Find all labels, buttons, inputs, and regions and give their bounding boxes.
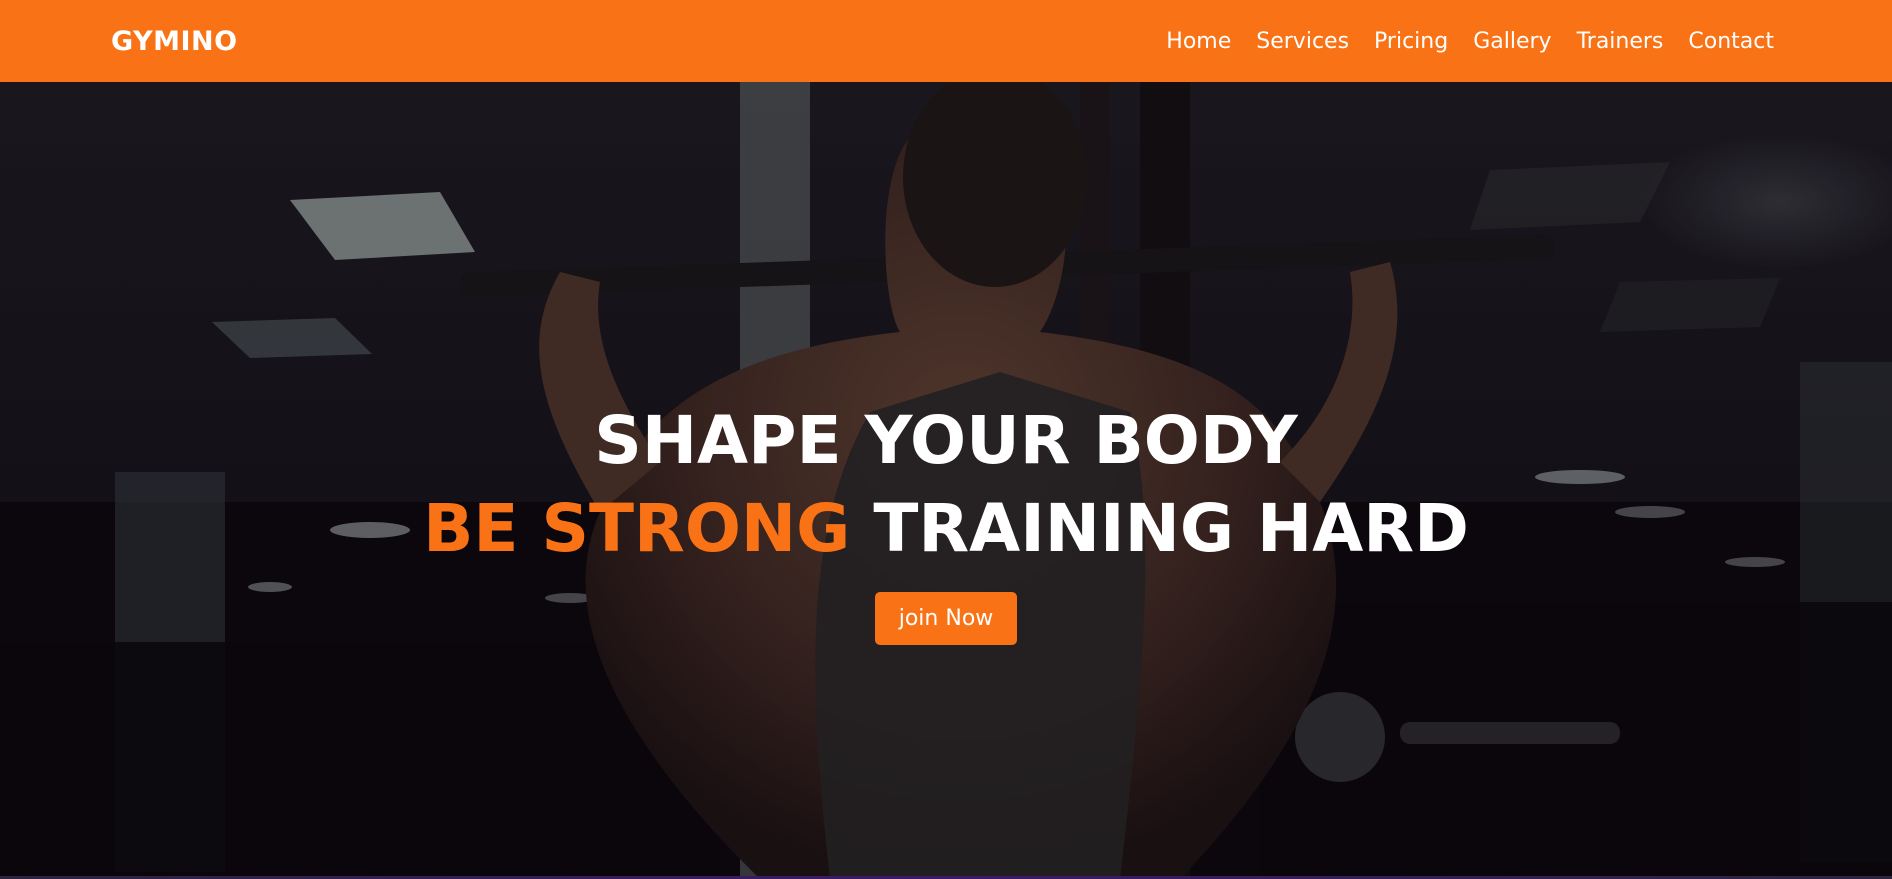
nav-link-pricing[interactable]: Pricing bbox=[1374, 29, 1448, 54]
hero-subheadline-rest: TRAINING HARD bbox=[850, 490, 1469, 567]
nav-link-gallery[interactable]: Gallery bbox=[1473, 29, 1551, 54]
hero-subheadline: BE STRONG TRAINING HARD bbox=[0, 485, 1892, 573]
hero-section: SHAPE YOUR BODY BE STRONG TRAINING HARD … bbox=[0, 82, 1892, 879]
nav-link-trainers[interactable]: Trainers bbox=[1577, 29, 1664, 54]
nav-link-home[interactable]: Home bbox=[1166, 29, 1231, 54]
nav-link-contact[interactable]: Contact bbox=[1688, 29, 1774, 54]
hero-content: SHAPE YOUR BODY BE STRONG TRAINING HARD … bbox=[0, 397, 1892, 645]
navbar: GYMINO Home Services Pricing Gallery Tra… bbox=[0, 0, 1892, 82]
hero-headline: SHAPE YOUR BODY bbox=[594, 402, 1298, 479]
nav-links: Home Services Pricing Gallery Trainers C… bbox=[1166, 29, 1774, 54]
join-now-button[interactable]: join Now bbox=[874, 592, 1018, 645]
nav-link-services[interactable]: Services bbox=[1256, 29, 1349, 54]
brand-logo[interactable]: GYMINO bbox=[111, 26, 238, 57]
hero-accent-text: BE STRONG bbox=[423, 490, 851, 567]
